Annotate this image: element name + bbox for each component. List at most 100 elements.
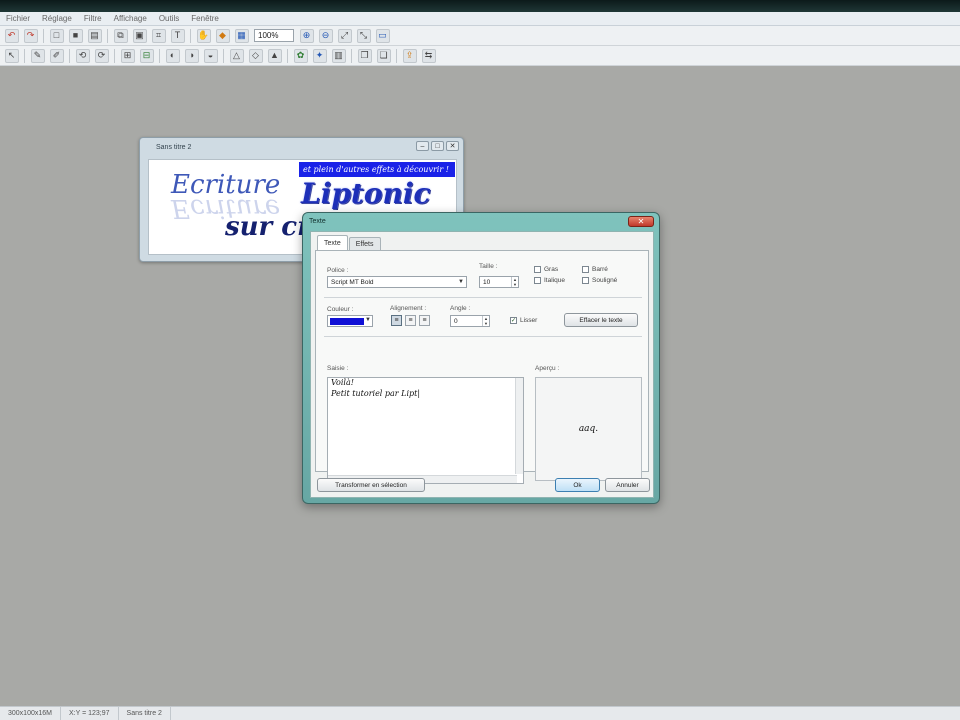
barre-checkbox[interactable]: Barré [582,266,608,273]
taille-value: 10 [483,278,491,286]
vertical-scrollbar[interactable] [515,378,523,474]
paint-bucket-icon[interactable]: ◆ [215,28,230,43]
menu-reglage[interactable]: Réglage [36,14,78,23]
menu-fenetre[interactable]: Fenêtre [185,14,225,23]
gras-label: Gras [544,266,559,273]
dialog-close-button[interactable]: ✕ [628,216,654,227]
save-icon[interactable]: ■ [68,28,83,43]
toolbar-separator [287,48,288,63]
layer-icon[interactable]: ❐ [357,48,372,63]
paste-icon[interactable]: ▣ [132,28,147,43]
new-file-icon[interactable]: □ [49,28,64,43]
emboss-icon[interactable]: ▲ [267,48,282,63]
export-icon[interactable]: ⇪ [402,48,417,63]
canvas-selection: et plein d'autres effets à découvrir ! [299,162,455,177]
tab-texte[interactable]: Texte [317,235,348,250]
maximize-icon[interactable]: □ [431,141,444,151]
histogram-icon[interactable]: ▥ [331,48,346,63]
tools-toolbar: ↖ ✎ ✐ ⟲ ⟳ ⊞ ⊟ ◐ ◑ ◒ △ ◇ ▲ ✿ ✦ ▥ ❐ ❏ ⇪ ⇆ [0,46,960,66]
toolbar-separator [114,48,115,63]
angle-value: 0 [454,317,458,325]
italique-label: Italique [544,277,565,284]
police-select[interactable]: Script MT Bold ▼ [327,276,467,288]
menu-fichier[interactable]: Fichier [0,14,36,23]
mask-icon[interactable]: ❏ [376,48,391,63]
effacer-texte-button[interactable]: Effacer le texte [564,313,638,327]
hand-icon[interactable]: ✋ [196,28,211,43]
gamma-icon[interactable]: ◒ [203,48,218,63]
menu-bar: Fichier Réglage Filtre Affichage Outils … [0,12,960,26]
app-title-strip [0,0,960,12]
lisser-checkbox[interactable]: ✓ Lisser [510,317,537,324]
couleur-picker[interactable]: ▼ [327,315,373,327]
spinner-arrows-icon[interactable]: ▲ ▼ [482,316,489,326]
window-icon[interactable]: ▦ [234,28,249,43]
divider [324,336,642,337]
minimize-icon[interactable]: – [416,141,429,151]
canvas-size-icon[interactable]: ⊟ [139,48,154,63]
fullscreen-icon[interactable]: ▭ [375,28,390,43]
annuler-button[interactable]: Annuler [605,478,650,492]
saisie-line: Petit tutoriel par Lipt| [331,389,421,398]
actual-size-icon[interactable]: ⤡ [356,28,371,43]
fit-window-icon[interactable]: ⤢ [337,28,352,43]
crop-icon[interactable]: ⌗ [151,28,166,43]
toolbar-separator [396,48,397,63]
brightness-icon[interactable]: ◐ [165,48,180,63]
police-value: Script MT Bold [331,278,374,286]
menu-outils[interactable]: Outils [153,14,185,23]
colors-icon[interactable]: ✦ [312,48,327,63]
sharpen-icon[interactable]: △ [229,48,244,63]
police-label: Police : [327,267,349,274]
align-right-icon[interactable]: ≡ [419,315,430,326]
undo-icon[interactable]: ↶ [4,28,19,43]
document-title: Sans titre 2 [156,143,192,151]
toolbar-separator [351,48,352,63]
couleur-label: Couleur : [327,306,354,313]
print-icon[interactable]: ▤ [87,28,102,43]
zoom-in-icon[interactable]: ⊕ [299,28,314,43]
brush-icon[interactable]: ✐ [49,48,64,63]
align-left-icon[interactable]: ≡ [391,315,402,326]
toolbar-separator [69,48,70,63]
rotate-left-icon[interactable]: ⟲ [75,48,90,63]
contrast-icon[interactable]: ◑ [184,48,199,63]
select-arrow-icon[interactable]: ↖ [4,48,19,63]
menu-filtre[interactable]: Filtre [78,14,108,23]
preview-text: aaq. [578,424,599,434]
italique-checkbox[interactable]: Italique [534,277,565,284]
text-tool-icon[interactable]: T [170,28,185,43]
angle-spinner[interactable]: 0 ▲ ▼ [450,315,490,327]
menu-affichage[interactable]: Affichage [108,14,153,23]
batch-icon[interactable]: ⇆ [421,48,436,63]
zoom-select[interactable]: 100% [254,29,294,42]
align-center-icon[interactable]: ≡ [405,315,416,326]
redo-icon[interactable]: ↷ [23,28,38,43]
transformer-selection-button[interactable]: Transformer en sélection [317,478,425,492]
copy-icon[interactable]: ⧉ [113,28,128,43]
resize-icon[interactable]: ⊞ [120,48,135,63]
main-toolbar: ↶ ↷ □ ■ ▤ ⧉ ▣ ⌗ T ✋ ◆ ▦ 100% ⊕ ⊖ ⤢ ⤡ ▭ [0,26,960,46]
chevron-down-icon: ▼ [458,279,464,285]
palette-icon[interactable]: ✿ [293,48,308,63]
canvas-text-liptonic: Liptonic [301,177,431,210]
rotate-right-icon[interactable]: ⟳ [94,48,109,63]
zoom-out-icon[interactable]: ⊖ [318,28,333,43]
checkbox-box [534,277,541,284]
gras-checkbox[interactable]: Gras [534,266,558,273]
tab-effets[interactable]: Effets [348,237,381,250]
status-coords: X:Y = 123;97 [61,707,119,720]
ok-button[interactable]: Ok [555,478,600,492]
toolbar-separator [190,28,191,43]
dialog-title: Texte [309,218,326,225]
taille-spinner[interactable]: 10 ▲ ▼ [479,276,519,288]
close-icon[interactable]: ✕ [446,141,459,151]
saisie-textarea[interactable]: Voilà! Petit tutoriel par Lipt| [327,377,524,484]
spinner-arrows-icon[interactable]: ▲ ▼ [511,277,518,287]
dialog-body: Texte Effets Police : Script MT Bold ▼ T… [310,231,654,498]
souligne-checkbox[interactable]: Souligné [582,277,617,284]
blur-icon[interactable]: ◇ [248,48,263,63]
text-dialog: Texte ✕ Texte Effets Police : Script MT … [302,212,660,504]
saisie-label: Saisie : [327,365,349,372]
pencil-icon[interactable]: ✎ [30,48,45,63]
